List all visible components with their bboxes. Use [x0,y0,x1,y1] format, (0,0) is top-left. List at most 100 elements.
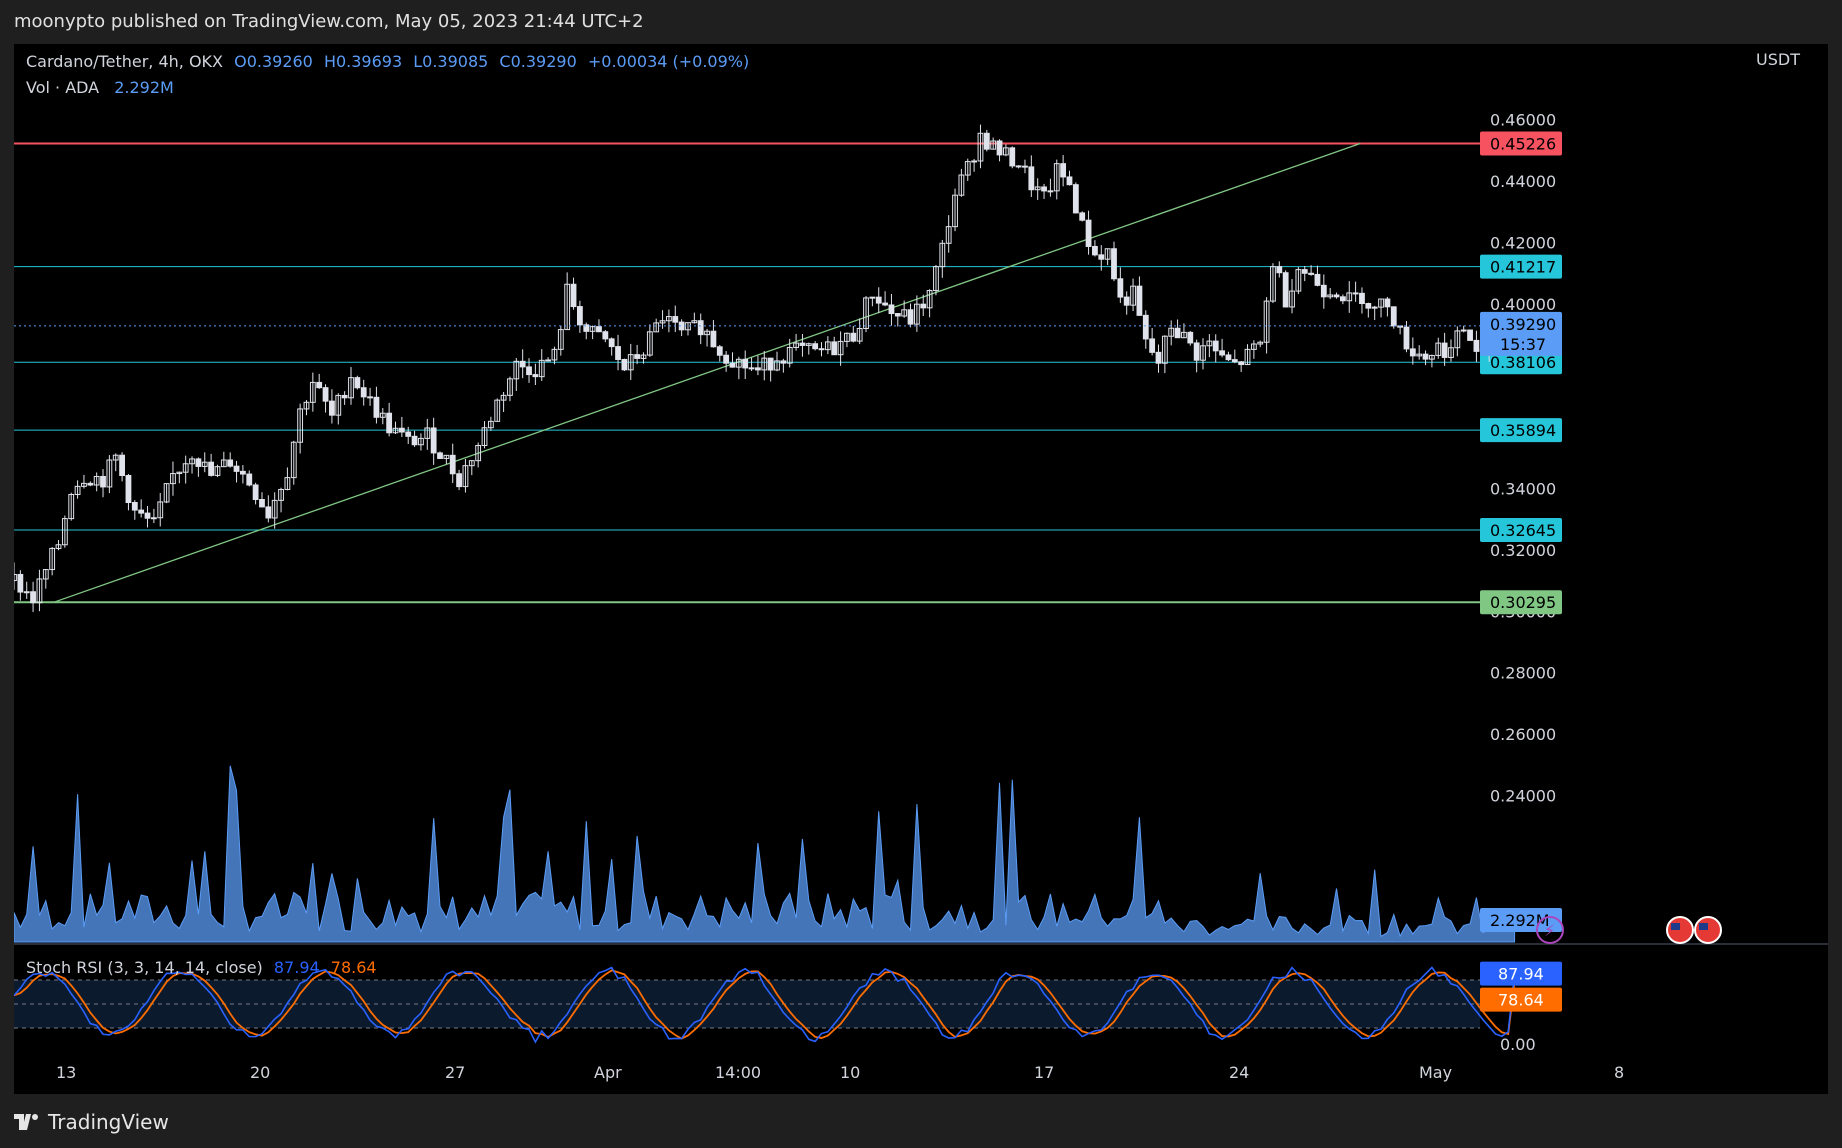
candle-body [545,359,552,362]
candle-body [894,313,901,317]
ohlc-close: C0.39290 [499,52,577,71]
x-tick-label: 20 [250,1063,270,1082]
candle-body [1219,350,1225,356]
candle-body [615,346,621,360]
candle-body [672,316,679,323]
candle-body [316,381,323,389]
candle-body [831,341,838,356]
candle-body [716,346,723,356]
candle-body [1174,327,1181,339]
candle-body [1333,294,1340,298]
candle-body [30,591,36,604]
tradingview-logo[interactable]: TradingView [14,1110,169,1134]
last-price-label: 0.39290 [1490,315,1556,334]
candle-body [1193,342,1200,361]
candle-body [1111,248,1117,280]
symbol-name: Cardano/Tether, 4h, OKX [26,52,223,71]
candle-body [398,427,405,433]
y-tick-label: 0.28000 [1490,664,1556,683]
candle-body [1041,186,1047,192]
volume-value: 2.292M [114,78,174,97]
candle-body [1060,163,1067,178]
candle-body [697,320,704,336]
candle-body [1123,296,1130,306]
countdown-label: 15:37 [1500,335,1546,354]
candle-body [341,394,348,399]
candle-body [354,377,361,389]
candle-body [240,470,246,475]
candle-body [1098,254,1105,260]
candle-body [227,459,234,467]
candle-body [1422,353,1429,360]
candle-body [1022,165,1028,168]
stoch-rsi-legend: Stoch RSI (3, 3, 14, 14, close) 87.94 78… [26,958,377,977]
chart-frame[interactable]: 0.460000.440000.420000.400000.380000.360… [14,44,1828,1094]
x-tick-label: 27 [445,1063,465,1082]
candle-body [1403,326,1410,350]
stoch-rsi-d-badge-label: 78.64 [1498,991,1544,1010]
candle-body [1359,292,1365,305]
footer-bar [0,1094,1842,1148]
candle-body [246,473,253,486]
volume-legend: Vol · ADA 2.292M [26,78,174,97]
candle-body [360,387,367,398]
candle-body [23,591,30,594]
candle-body [576,306,583,326]
candle-body [602,331,609,340]
x-tick-label: 10 [840,1063,860,1082]
candle-body [195,458,202,467]
candle-body [1187,331,1194,344]
candle-body [1409,348,1416,357]
us-flag-canton [1699,923,1708,930]
candle-body [131,501,138,511]
volume-label: Vol · ADA [26,78,100,97]
candle-body [971,160,978,163]
y-tick-label: 0.26000 [1490,725,1556,744]
candle-body [799,342,806,346]
candle-body [430,427,437,454]
candle-body [920,303,927,309]
candle-body [1473,339,1480,352]
candle-body [850,332,857,342]
candle-body [996,140,1003,156]
candle-body [100,475,106,488]
candle-body [1231,359,1238,363]
candle-body [1047,190,1054,193]
y-tick-label: 0.34000 [1490,479,1556,498]
candle-body [1441,342,1448,358]
price-level-label: 0.38106 [1490,353,1556,372]
candle-body [1320,284,1327,298]
candle-body [87,482,94,486]
price-level-label: 0.30295 [1490,593,1556,612]
candle-body [1009,147,1016,167]
price-change: +0.00034 (+0.09%) [587,52,750,71]
candle-body [723,354,730,364]
candle-body [1339,296,1346,302]
x-tick-label: 13 [56,1063,76,1082]
stoch-rsi-d-value: 78.64 [330,958,377,977]
candle-body [526,366,532,376]
candle-body [265,506,272,519]
y-tick-label: 0.32000 [1490,541,1556,560]
candle-body [1282,272,1289,308]
stoch-rsi-k-badge-label: 87.94 [1498,965,1544,984]
x-tick-label: May [1419,1063,1452,1082]
candle-body [519,360,526,368]
x-tick-label: Apr [594,1063,622,1082]
price-chart[interactable]: 0.460000.440000.420000.400000.380000.360… [14,44,1828,1094]
candle-body [1092,245,1098,256]
candle-body [1136,285,1143,316]
candle-body [1301,269,1308,274]
y-tick-label: 0.46000 [1490,111,1556,130]
candle-body [882,302,888,306]
candle-body [1460,329,1467,332]
candle-body [780,360,787,364]
candle-body [138,509,145,514]
candle-body [1365,303,1372,309]
candle-body [621,358,628,371]
candle-body [1028,166,1035,191]
price-level-label: 0.41217 [1490,258,1556,277]
candle-body [411,435,418,446]
candle-body [150,517,157,520]
candle-body [532,374,539,378]
